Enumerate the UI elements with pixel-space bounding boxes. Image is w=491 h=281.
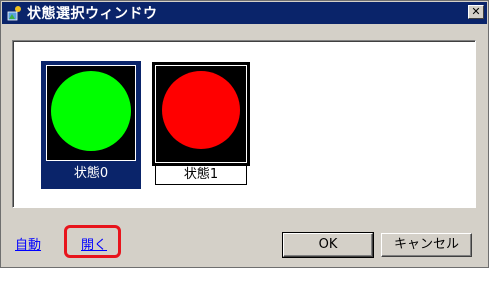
title-bar[interactable]: 状態選択ウィンドウ ✕ (2, 2, 487, 24)
state-list-panel: 状態0 状態1 (12, 40, 476, 208)
highlight-annotation (64, 225, 121, 258)
state-preview-frame (152, 62, 250, 166)
close-button[interactable]: ✕ (468, 5, 484, 19)
state-item-1[interactable]: 状態1 (151, 61, 251, 189)
lamp-green (51, 71, 131, 151)
state-label: 状態1 (155, 165, 247, 185)
state-preview-frame (46, 65, 136, 161)
cancel-button[interactable]: キャンセル (381, 233, 472, 257)
app-icon (6, 4, 24, 22)
auto-link[interactable]: 自動 (15, 234, 41, 253)
state-label: 状態0 (73, 166, 109, 181)
state-item-0[interactable]: 状態0 (41, 61, 141, 189)
ok-button[interactable]: OK (282, 232, 374, 258)
lamp-red (162, 71, 240, 149)
state-selection-window: 状態選択ウィンドウ ✕ 状態0 状態1 自動 開く OK キャンセル (0, 0, 489, 268)
window-title: 状態選択ウィンドウ (27, 6, 158, 22)
